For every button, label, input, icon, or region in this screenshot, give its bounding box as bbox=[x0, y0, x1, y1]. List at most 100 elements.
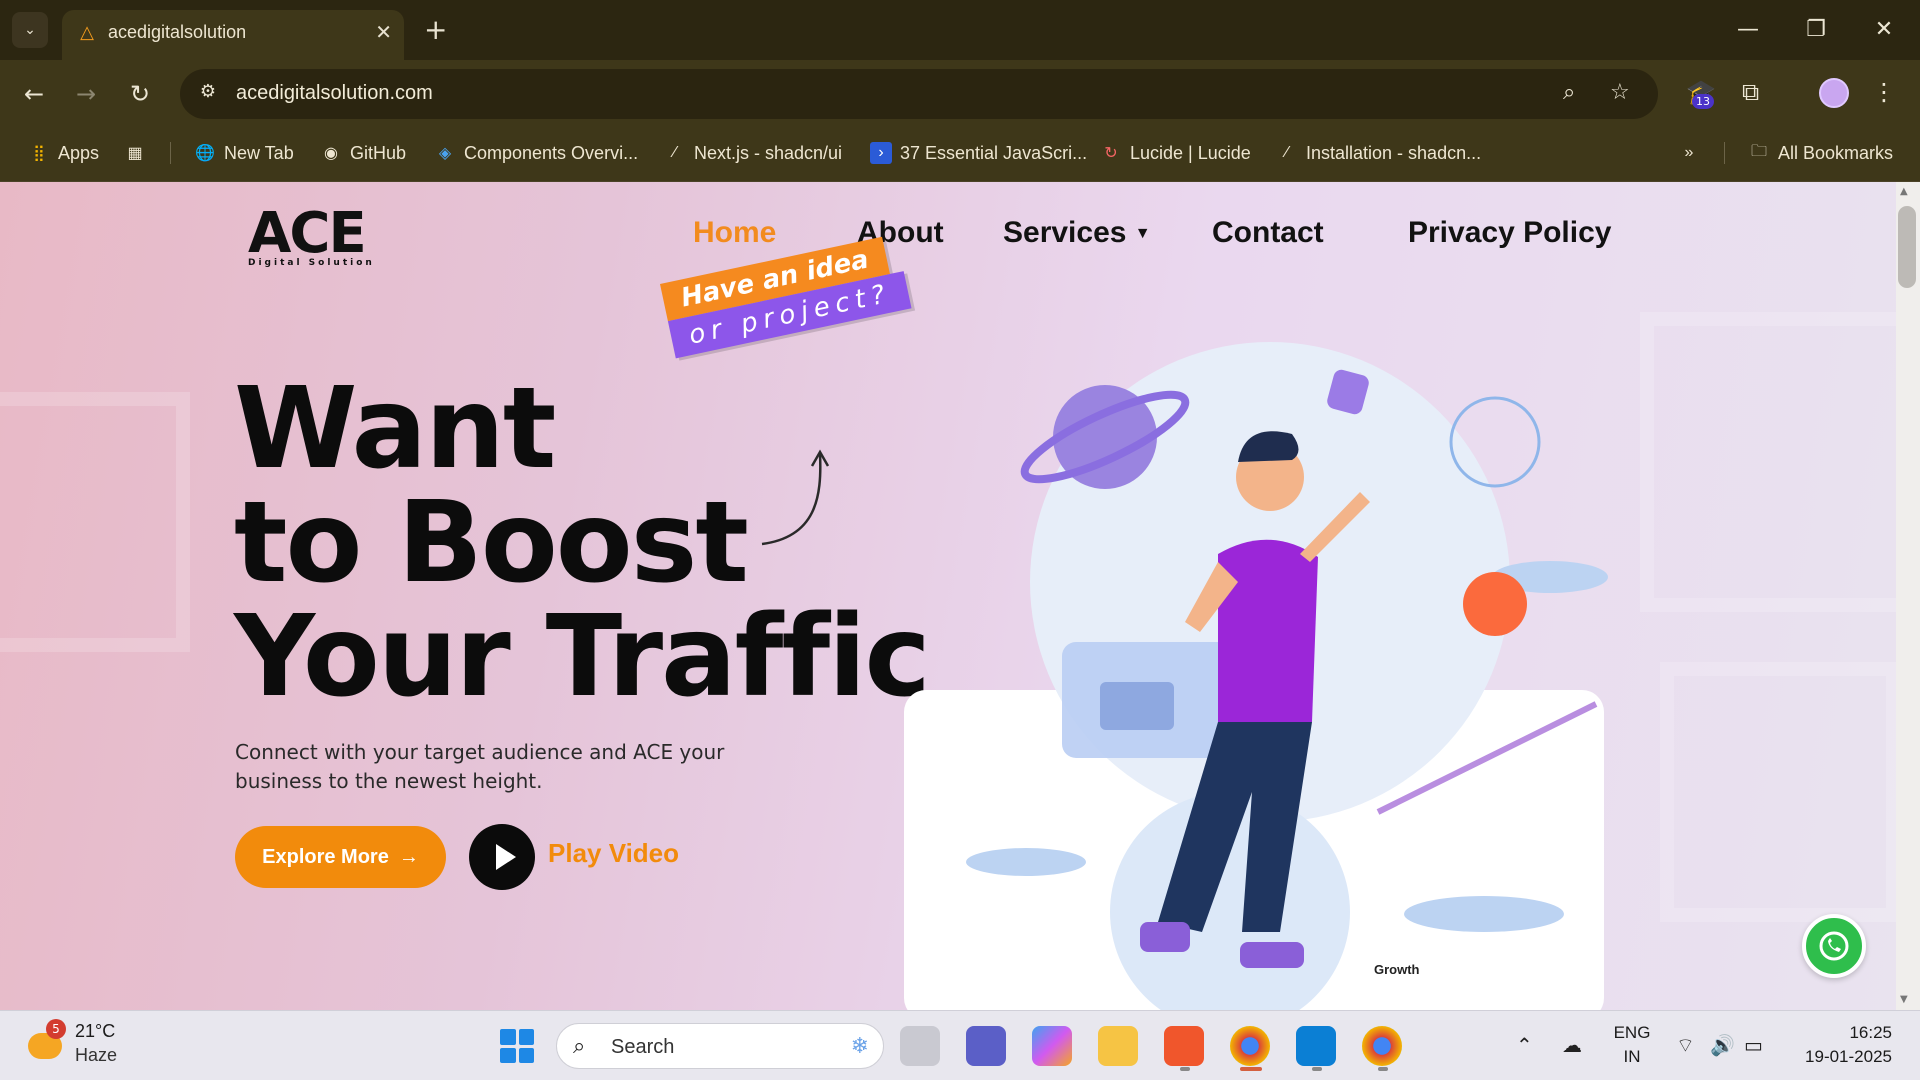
brave-icon[interactable] bbox=[1164, 1026, 1204, 1066]
bookmark-star-icon[interactable]: ☆ bbox=[1610, 80, 1630, 105]
onedrive-icon[interactable]: ☁ bbox=[1562, 1033, 1582, 1057]
bookmark-label: Components Overvi... bbox=[464, 142, 639, 163]
explore-more-button[interactable]: Explore More → bbox=[235, 826, 446, 888]
chrome-icon[interactable] bbox=[1230, 1026, 1270, 1066]
scrollbar-thumb[interactable] bbox=[1898, 206, 1916, 288]
zoom-icon[interactable]: ⌕ bbox=[1563, 80, 1575, 105]
site-info-icon[interactable]: ⚙ bbox=[194, 81, 222, 107]
site-favicon-icon: △ bbox=[80, 22, 94, 43]
scroll-up-icon[interactable]: ▲ bbox=[1900, 186, 1908, 197]
task-view-icon[interactable] bbox=[900, 1026, 940, 1066]
bookmark-label: Apps bbox=[58, 142, 100, 163]
bg-decoration bbox=[1640, 312, 1896, 612]
bookmark-javascript[interactable]: › 37 Essential JavaScri... bbox=[870, 138, 1087, 168]
nav-services[interactable]: Services ▼ bbox=[1003, 216, 1151, 250]
language-line-2[interactable]: IN bbox=[1612, 1047, 1652, 1067]
diamond-icon: ◈ bbox=[438, 145, 452, 162]
bookmark-lucide[interactable]: ↻ Lucide | Lucide bbox=[1100, 138, 1251, 168]
extensions-icon[interactable]: ⧉ bbox=[1742, 78, 1759, 106]
hero-line-3: Your Traffic bbox=[234, 592, 931, 722]
bookmark-nextjs[interactable]: ⁄ Next.js - shadcn/ui bbox=[664, 138, 842, 168]
language-line-1[interactable]: ENG bbox=[1612, 1023, 1652, 1043]
all-bookmarks-label: All Bookmarks bbox=[1778, 142, 1894, 163]
clock-time[interactable]: 16:25 bbox=[1792, 1023, 1892, 1043]
lucide-icon: ↻ bbox=[1104, 145, 1118, 162]
reload-button[interactable]: ↻ bbox=[122, 76, 158, 112]
new-tab-button[interactable]: + bbox=[424, 12, 447, 48]
back-button[interactable]: ← bbox=[16, 76, 52, 112]
url-text[interactable]: acedigitalsolution.com bbox=[236, 82, 433, 105]
search-icon: ⌕ bbox=[573, 1034, 586, 1059]
weather-condition[interactable]: Haze bbox=[75, 1045, 117, 1066]
divider bbox=[170, 142, 171, 164]
chevron-up-icon[interactable]: ⌃ bbox=[1516, 1033, 1533, 1057]
all-bookmarks-button[interactable]: 🗀 All Bookmarks bbox=[1748, 138, 1893, 168]
tab-close-icon[interactable]: ✕ bbox=[375, 20, 392, 44]
logo-subtitle: Digital Solution bbox=[248, 258, 375, 268]
globe-icon: 🌐 bbox=[195, 145, 215, 162]
menu-icon[interactable]: ⋮ bbox=[1872, 78, 1896, 106]
bg-decoration bbox=[1660, 662, 1896, 922]
bookmark-label: Lucide | Lucide bbox=[1130, 142, 1251, 163]
nav-contact[interactable]: Contact bbox=[1212, 216, 1324, 250]
bookmark-tab-groups[interactable]: ▦ bbox=[124, 138, 146, 168]
taskbar-search[interactable]: ⌕ Search ❄ bbox=[556, 1023, 884, 1069]
bookmark-apps[interactable]: ⣿ Apps bbox=[28, 138, 99, 168]
bookmark-new-tab[interactable]: 🌐 New Tab bbox=[194, 138, 294, 168]
bookmarks-bar: ⣿ Apps ▦ 🌐 New Tab ◉ GitHub ◈ Components… bbox=[0, 128, 1920, 182]
volume-icon[interactable]: 🔊 bbox=[1710, 1033, 1735, 1057]
windows-taskbar: 5 21°C Haze ⌕ Search ❄ ⌃ ☁ ENG IN ⌔ 🔊 ▭ … bbox=[0, 1010, 1920, 1080]
weather-temperature[interactable]: 21°C bbox=[75, 1021, 115, 1042]
clock-date[interactable]: 19-01-2025 bbox=[1792, 1047, 1892, 1067]
battery-icon[interactable]: ▭ bbox=[1744, 1033, 1763, 1057]
running-indicator bbox=[1378, 1067, 1388, 1071]
logo-text: ACE bbox=[248, 201, 367, 266]
bookmark-label: GitHub bbox=[350, 142, 407, 163]
grid-icon: ▦ bbox=[127, 145, 143, 162]
vscode-icon[interactable] bbox=[1296, 1026, 1336, 1066]
browser-toolbar: ← → ↻ ⚙ acedigitalsolution.com ⌕ ☆ 🎓 ⧉ ⋮ bbox=[0, 60, 1920, 128]
bookmark-github[interactable]: ◉ GitHub bbox=[320, 138, 406, 168]
cloud-icon bbox=[966, 848, 1086, 876]
bookmark-label: Installation - shadcn... bbox=[1306, 142, 1482, 163]
orange-ball-icon bbox=[1463, 572, 1527, 636]
start-button[interactable] bbox=[500, 1029, 534, 1063]
nav-privacy-policy[interactable]: Privacy Policy bbox=[1408, 216, 1611, 250]
site-logo[interactable]: ACE Digital Solution bbox=[248, 206, 398, 276]
bg-decoration bbox=[0, 392, 190, 652]
scroll-down-icon[interactable]: ▼ bbox=[1900, 994, 1908, 1005]
teams-icon[interactable] bbox=[966, 1026, 1006, 1066]
page-scrollbar[interactable] bbox=[1896, 182, 1920, 1010]
copilot-icon[interactable] bbox=[1032, 1026, 1072, 1066]
forward-button[interactable]: → bbox=[68, 76, 104, 112]
wifi-icon[interactable]: ⌔ bbox=[1676, 1033, 1695, 1058]
bookmark-components[interactable]: ◈ Components Overvi... bbox=[434, 138, 638, 168]
play-video-button[interactable] bbox=[469, 824, 535, 890]
chrome-icon-2[interactable] bbox=[1362, 1026, 1402, 1066]
hero-line-1: Want bbox=[234, 364, 556, 494]
whatsapp-icon bbox=[1819, 931, 1849, 961]
nav-services-label: Services bbox=[1003, 216, 1127, 249]
hero-illustration: Growth bbox=[904, 342, 1608, 1010]
folder-icon: 🗀 bbox=[1750, 142, 1767, 160]
hero-title: Want to Boost Your Traffic bbox=[234, 364, 931, 722]
play-video-label[interactable]: Play Video bbox=[548, 838, 679, 869]
caret-down-icon: ▼ bbox=[1134, 225, 1151, 243]
more-bookmarks-button[interactable]: » bbox=[1678, 138, 1700, 168]
active-tab[interactable]: △ acedigitalsolution ✕ bbox=[62, 10, 404, 60]
file-explorer-icon[interactable] bbox=[1098, 1026, 1138, 1066]
whatsapp-button[interactable] bbox=[1802, 914, 1866, 978]
profile-avatar[interactable] bbox=[1819, 78, 1849, 108]
close-window-button[interactable]: ✕ bbox=[1864, 12, 1904, 48]
tab-bar: ⌄ △ acedigitalsolution ✕ + — ❐ ✕ bbox=[0, 0, 1920, 60]
address-bar[interactable]: ⚙ acedigitalsolution.com ⌕ ☆ bbox=[180, 69, 1658, 119]
bookmark-installation[interactable]: ⁄ Installation - shadcn... bbox=[1276, 138, 1481, 168]
tab-search-button[interactable]: ⌄ bbox=[12, 12, 48, 48]
explore-more-label: Explore More bbox=[262, 845, 389, 868]
nav-home[interactable]: Home bbox=[693, 216, 776, 250]
restore-button[interactable]: ❐ bbox=[1796, 12, 1836, 48]
minimize-button[interactable]: — bbox=[1728, 12, 1768, 48]
apps-grid-icon: ⣿ bbox=[33, 145, 45, 162]
chevron-double-right-icon: » bbox=[1684, 144, 1694, 161]
cloud-icon bbox=[1404, 896, 1564, 932]
